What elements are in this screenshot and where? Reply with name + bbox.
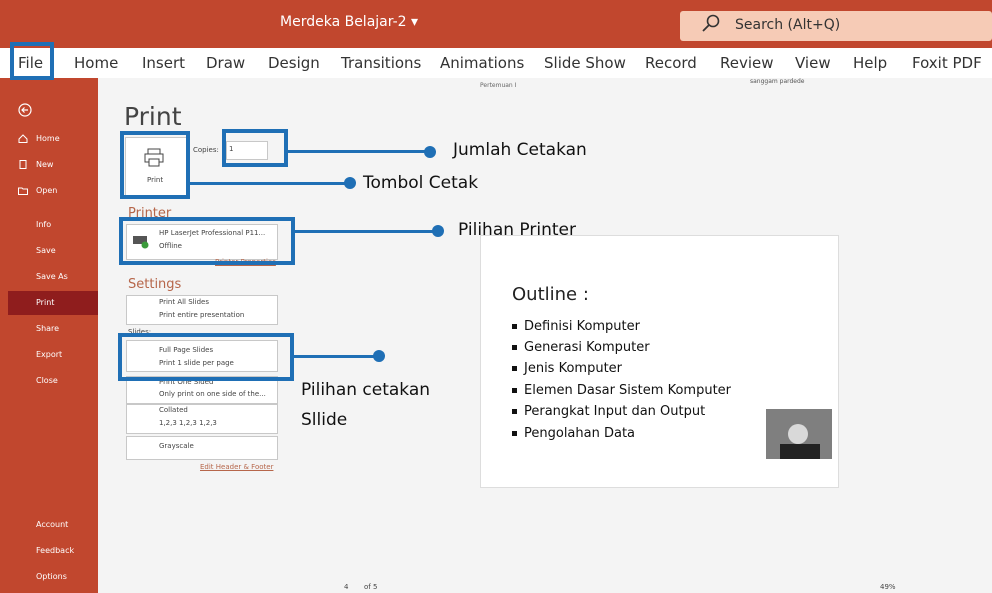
page-title: Print	[124, 102, 182, 131]
highlight-file-tab	[10, 42, 54, 80]
highlight-layout	[118, 333, 294, 381]
tab-foxit-pdf[interactable]: Foxit PDF	[912, 54, 982, 72]
tab-view[interactable]: View	[795, 54, 831, 72]
back-arrow-icon[interactable]	[18, 103, 32, 117]
color-dropdown[interactable]	[126, 436, 278, 460]
user-name: sanggam pardede	[750, 78, 805, 85]
slide-bullet: Pengolahan Data	[512, 426, 635, 441]
connector-dot	[344, 177, 356, 189]
slide-bullet: Perangkat Input dan Output	[512, 404, 705, 419]
tab-home[interactable]: Home	[74, 54, 118, 72]
sidebar-item-options[interactable]: Options	[36, 572, 67, 581]
annotation-pilihan-printer: Pilihan Printer	[458, 220, 576, 240]
annotation-jumlah-cetakan: Jumlah Cetakan	[453, 140, 587, 160]
tab-design[interactable]: Design	[268, 54, 320, 72]
sidebar-item-feedback[interactable]: Feedback	[36, 546, 74, 555]
connector-line	[190, 182, 349, 185]
connector-dot	[424, 146, 436, 158]
setting-subtitle: Only print on one side of the...	[159, 390, 266, 398]
tab-insert[interactable]: Insert	[142, 54, 185, 72]
tab-record[interactable]: Record	[645, 54, 697, 72]
tab-review[interactable]: Review	[720, 54, 774, 72]
slide-bullet: Definisi Komputer	[512, 319, 640, 334]
connector-line	[295, 230, 437, 233]
tab-help[interactable]: Help	[853, 54, 887, 72]
tab-slide-show[interactable]: Slide Show	[544, 54, 626, 72]
connector-line	[294, 355, 378, 358]
annotation-pilihan-cetakan: Pilihan cetakan	[301, 380, 431, 400]
backstage-sidebar	[0, 78, 98, 593]
search-placeholder[interactable]: Search (Alt+Q)	[735, 17, 840, 33]
connector-dot	[373, 350, 385, 362]
sidebar-item-share[interactable]: Share	[36, 324, 59, 333]
copies-label: Copies:	[193, 146, 219, 154]
slide-title: Outline :	[512, 284, 589, 305]
annotation-tombol-cetak: Tombol Cetak	[363, 173, 479, 193]
home-icon	[18, 134, 28, 143]
slide-bullet: Generasi Komputer	[512, 340, 650, 355]
tab-animations[interactable]: Animations	[440, 54, 524, 72]
sidebar-item-new[interactable]: New	[36, 160, 53, 169]
page-number[interactable]: 4	[344, 583, 348, 591]
sidebar-item-export[interactable]: Export	[36, 350, 62, 359]
sidebar-item-save[interactable]: Save	[36, 246, 56, 255]
slide-header-text: Pertemuan I	[480, 82, 517, 89]
open-folder-icon	[18, 187, 28, 195]
setting-subtitle: Print entire presentation	[159, 311, 245, 319]
sidebar-item-home[interactable]: Home	[36, 134, 60, 143]
slide-bullet: Elemen Dasar Sistem Komputer	[512, 383, 731, 398]
face-shape	[788, 424, 808, 444]
edit-header-footer-link[interactable]: Edit Header & Footer	[200, 463, 273, 471]
sidebar-item-account[interactable]: Account	[36, 520, 68, 529]
annotation-slide: Sllide	[301, 410, 348, 430]
sidebar-item-info[interactable]: Info	[36, 220, 51, 229]
sidebar-item-close[interactable]: Close	[36, 376, 58, 385]
connector-dot	[432, 225, 444, 237]
setting-title: Collated	[159, 406, 188, 414]
search-icon	[702, 14, 720, 32]
settings-section-title: Settings	[128, 277, 182, 292]
sidebar-item-open[interactable]: Open	[36, 186, 57, 195]
highlight-copies	[222, 129, 288, 167]
tab-draw[interactable]: Draw	[206, 54, 245, 72]
highlight-print-button	[120, 131, 190, 199]
page-total: of 5	[364, 583, 378, 591]
highlight-printer	[119, 217, 295, 265]
setting-title: Grayscale	[159, 442, 194, 450]
setting-title: Print All Slides	[159, 298, 209, 306]
setting-subtitle: 1,2,3 1,2,3 1,2,3	[159, 419, 217, 427]
document-title[interactable]: Merdeka Belajar-2 ▾	[280, 14, 418, 30]
connector-line	[288, 150, 429, 153]
tab-transitions[interactable]: Transitions	[341, 54, 421, 72]
sidebar-item-print[interactable]: Print	[36, 298, 54, 307]
slide-bullet: Jenis Komputer	[512, 361, 622, 376]
presenter-photo	[766, 409, 832, 459]
zoom-level: 49%	[880, 583, 896, 591]
sidebar-item-save-as[interactable]: Save As	[36, 272, 68, 281]
new-file-icon	[19, 160, 27, 169]
shoulders-shape	[780, 444, 820, 459]
